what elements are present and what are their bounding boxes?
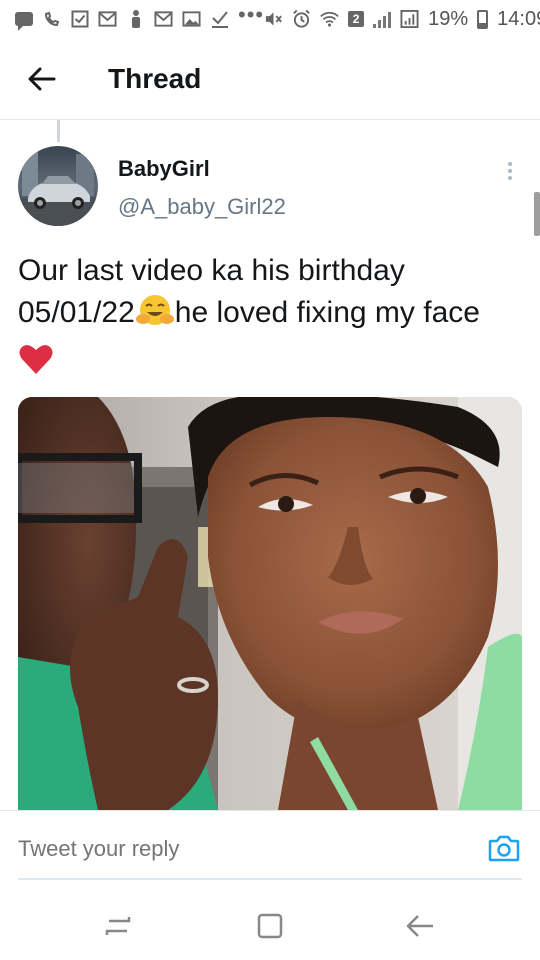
back-button[interactable]: [14, 51, 70, 107]
person-icon: [126, 10, 145, 29]
more-dots-icon: •••: [238, 2, 265, 27]
thread-connector: [57, 120, 60, 142]
more-vertical-icon: [508, 162, 512, 166]
display-name[interactable]: BabyGirl: [118, 156, 210, 182]
signal-icon: [373, 10, 392, 28]
hugging-face-emoji: [135, 294, 175, 340]
thread-header: Thread: [0, 38, 540, 120]
system-nav-bar: [0, 890, 540, 960]
message-icon: [14, 10, 33, 31]
tweet-media-video[interactable]: [18, 397, 522, 810]
video-thumbnail-image: [18, 397, 522, 810]
avatar[interactable]: [18, 146, 98, 226]
avatar-car-image: [18, 146, 98, 226]
sim-icon: 2: [348, 11, 365, 27]
missed-call-icon: [42, 10, 61, 29]
arrow-left-icon: [28, 67, 56, 90]
home-icon: [257, 913, 283, 939]
reply-input[interactable]: [18, 833, 458, 865]
wifi-icon: [320, 10, 339, 29]
battery-icon: [477, 9, 489, 29]
home-button[interactable]: [248, 906, 292, 946]
scrollbar[interactable]: [534, 192, 540, 236]
recent-apps-button[interactable]: [96, 906, 140, 946]
mute-icon: [264, 10, 283, 29]
reply-bar: [0, 810, 540, 882]
red-heart-emoji: [18, 342, 54, 388]
image-icon: [182, 10, 201, 29]
signal-icon: [400, 9, 419, 29]
system-icons: 2 19% 14:09: [264, 8, 540, 31]
download-icon: [210, 10, 229, 29]
camera-icon: [488, 835, 520, 862]
mail-icon: [98, 10, 117, 29]
status-bar: ••• 2 19% 14:09: [0, 0, 540, 38]
tweet-text-part2: he loved fixing my face: [174, 296, 480, 329]
more-options-button[interactable]: [496, 156, 524, 186]
camera-button[interactable]: [486, 831, 522, 865]
checkbox-icon: [70, 10, 89, 29]
tweet-text: Our last video ka his birthday 05/01/22 …: [18, 250, 518, 388]
recent-apps-icon: [105, 917, 131, 935]
system-back-button[interactable]: [398, 906, 442, 946]
reply-divider: [18, 878, 522, 880]
alarm-icon: [292, 9, 311, 29]
user-handle[interactable]: @A_baby_Girl22: [118, 194, 286, 220]
mail-icon: [154, 10, 173, 29]
page-title: Thread: [108, 62, 202, 94]
clock: 14:09: [497, 7, 540, 30]
back-icon: [406, 915, 433, 937]
notification-icons: •••: [14, 2, 265, 31]
battery-percent: 19%: [428, 7, 469, 30]
